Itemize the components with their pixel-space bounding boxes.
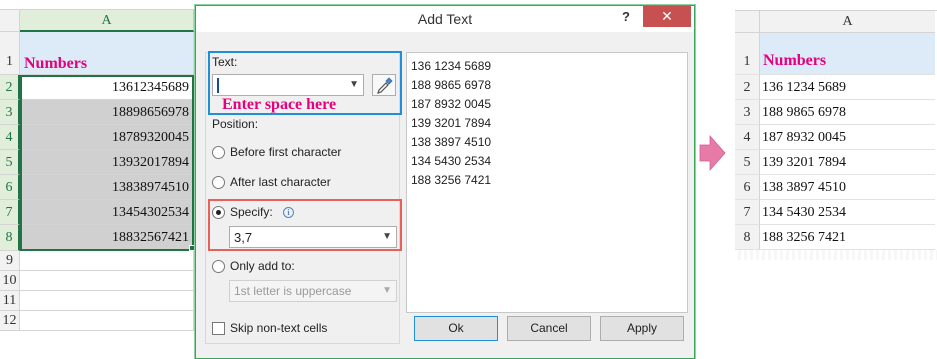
row-header-2[interactable]: 2	[735, 75, 760, 100]
row-header-12[interactable]: 12	[0, 311, 20, 331]
cell-a3[interactable]: 18898656978	[20, 100, 194, 125]
right-spreadsheet: A 1 2 3 4 5 6 7 8 9 Numbers 136 1234 568…	[735, 0, 937, 260]
cell-a4[interactable]: 18789320045	[20, 125, 194, 150]
row-header-8[interactable]: 8	[735, 225, 760, 250]
preview-line: 188 9865 6978	[411, 78, 492, 92]
arrow-right-icon	[699, 134, 726, 172]
add-text-dialog: Add Text ? ✕ Text: ▼ Enter space here Po…	[195, 5, 695, 359]
left-spreadsheet: A 1 2 3 4 5 6 7 8 9 10 11 12 Numbers 136…	[0, 0, 200, 359]
row-header-1[interactable]: 1	[0, 32, 20, 75]
cell-a11[interactable]	[20, 291, 194, 311]
cell-a2[interactable]: 136 1234 5689	[760, 75, 935, 100]
chevron-down-icon[interactable]: ▼	[382, 285, 392, 296]
help-icon[interactable]: ?	[622, 9, 630, 24]
row-header-5[interactable]: 5	[735, 150, 760, 175]
skip-non-text-checkbox[interactable]	[212, 322, 225, 335]
column-header-a[interactable]: A	[20, 10, 194, 32]
cell-a10[interactable]	[20, 271, 194, 291]
radio-after-last[interactable]	[212, 176, 225, 189]
preview-line: 134 5430 2534	[411, 154, 492, 168]
cell-a3[interactable]: 188 9865 6978	[760, 100, 935, 125]
row-header-7[interactable]: 7	[0, 200, 20, 225]
cell-a1-header[interactable]: Numbers	[20, 32, 194, 75]
row-header-4[interactable]: 4	[0, 125, 20, 150]
row-header-6[interactable]: 6	[0, 175, 20, 200]
cell-a1-header[interactable]: Numbers	[760, 33, 935, 75]
skip-non-text-label[interactable]: Skip non-text cells	[230, 321, 327, 335]
row-header-3[interactable]: 3	[735, 100, 760, 125]
left-sheet-toolbar-strip	[0, 0, 200, 10]
radio-only-add-to[interactable]	[212, 260, 225, 273]
after-last-label[interactable]: After last character	[230, 175, 331, 189]
row-header-2[interactable]: 2	[0, 75, 20, 100]
preview-line: 136 1234 5689	[411, 59, 492, 73]
cell-a7[interactable]: 134 5430 2534	[760, 200, 935, 225]
torn-edge	[735, 250, 937, 260]
cell-a8[interactable]: 188 3256 7421	[760, 225, 935, 250]
cell-a4[interactable]: 187 8932 0045	[760, 125, 935, 150]
dialog-title: Add Text	[417, 11, 473, 27]
annotation-enter-space: Enter space here	[222, 96, 337, 113]
only-add-to-label[interactable]: Only add to:	[230, 259, 295, 273]
cell-a5[interactable]: 13932017894	[20, 150, 194, 175]
row-header-8[interactable]: 8	[0, 225, 20, 251]
row-header-1[interactable]: 1	[735, 33, 760, 75]
cell-a6[interactable]: 13838974510	[20, 175, 194, 200]
row-header-9[interactable]: 9	[0, 251, 20, 271]
only-add-to-value: 1st letter is uppercase	[234, 284, 352, 298]
specify-label[interactable]: Specify:	[230, 205, 273, 219]
ok-button[interactable]: Ok	[414, 316, 498, 341]
radio-before-first[interactable]	[212, 146, 225, 159]
apply-button[interactable]: Apply	[600, 316, 684, 341]
close-button[interactable]: ✕	[643, 6, 691, 27]
row-header-3[interactable]: 3	[0, 100, 20, 125]
cell-a9[interactable]	[20, 251, 194, 271]
radio-specify[interactable]	[212, 206, 225, 219]
info-icon[interactable]: i	[283, 207, 294, 218]
preview-line: 187 8932 0045	[411, 97, 492, 111]
row-header-10[interactable]: 10	[0, 271, 20, 291]
before-first-label[interactable]: Before first character	[230, 145, 341, 159]
right-sheet-toolbar-strip	[735, 0, 937, 11]
chevron-down-icon[interactable]: ▼	[382, 231, 392, 242]
select-all-corner[interactable]	[735, 11, 760, 33]
cell-a2[interactable]: 13612345689	[20, 75, 194, 100]
cell-a7[interactable]: 13454302534	[20, 200, 194, 225]
dialog-titlebar[interactable]: Add Text ? ✕	[196, 6, 694, 32]
column-header-a[interactable]: A	[760, 11, 935, 33]
specify-input-value: 3,7	[234, 230, 253, 245]
cell-a8[interactable]: 18832567421	[20, 225, 194, 251]
specify-input[interactable]: 3,7 ▼	[229, 226, 397, 248]
preview-line: 139 3201 7894	[411, 116, 492, 130]
cell-a5[interactable]: 139 3201 7894	[760, 150, 935, 175]
select-all-corner[interactable]	[0, 10, 20, 32]
cell-a12[interactable]	[20, 311, 194, 331]
cancel-button[interactable]: Cancel	[507, 316, 591, 341]
position-label: Position:	[212, 117, 259, 131]
row-header-11[interactable]: 11	[0, 291, 20, 311]
preview-line: 188 3256 7421	[411, 173, 492, 187]
cell-a6[interactable]: 138 3897 4510	[760, 175, 935, 200]
row-header-7[interactable]: 7	[735, 200, 760, 225]
preview-line: 138 3897 4510	[411, 135, 492, 149]
row-header-5[interactable]: 5	[0, 150, 20, 175]
preview-pane: 136 1234 5689 188 9865 6978 187 8932 004…	[406, 52, 688, 313]
row-header-6[interactable]: 6	[735, 175, 760, 200]
only-add-to-select[interactable]: 1st letter is uppercase ▼	[229, 280, 397, 302]
row-header-4[interactable]: 4	[735, 125, 760, 150]
